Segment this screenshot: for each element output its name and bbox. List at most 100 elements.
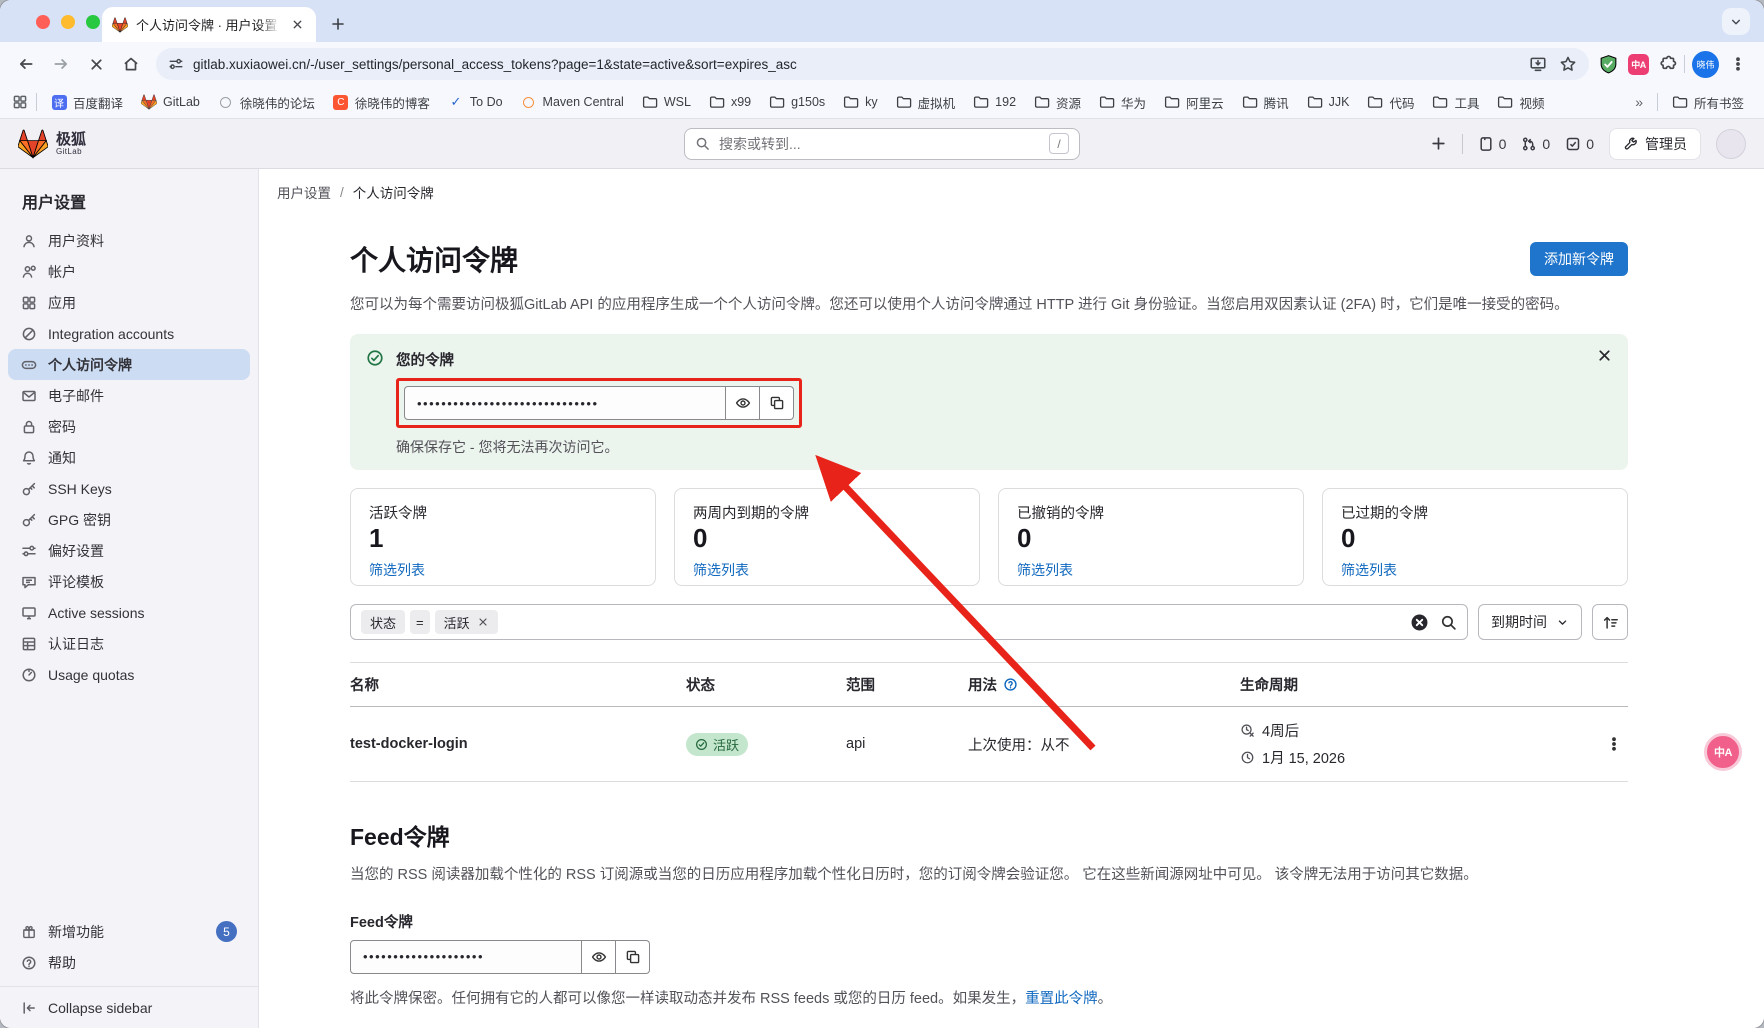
dismiss-alert-button[interactable] <box>1596 347 1613 364</box>
sidebar-item-whats-new[interactable]: 新增功能 5 <box>8 916 250 947</box>
sidebar-item[interactable]: 偏好设置 <box>8 535 250 566</box>
sidebar-item[interactable]: 评论模板 <box>8 566 250 597</box>
filter-field-chip[interactable]: 状态 <box>361 610 405 634</box>
feed-token-input[interactable]: •••••••••••••••••••• <box>350 940 582 974</box>
gitlab-logo[interactable]: 极狐 GitLab <box>18 129 86 159</box>
stop-loading-button[interactable] <box>80 48 112 80</box>
todos-counter[interactable]: 0 <box>1565 136 1594 152</box>
bookmark-item[interactable]: 阿里云 <box>1156 90 1232 115</box>
sidebar-item[interactable]: GPG 密钥 <box>8 504 250 535</box>
gitlab-user-avatar[interactable] <box>1716 129 1746 159</box>
bookmark-item[interactable]: 腾讯 <box>1234 90 1297 115</box>
sidebar-item[interactable]: 电子邮件 <box>8 380 250 411</box>
bookmark-item[interactable]: GitLab <box>133 91 208 113</box>
sidebar-item[interactable]: 用户资料 <box>8 225 250 256</box>
sidebar-item[interactable]: SSH Keys <box>8 473 250 504</box>
copy-token-button[interactable] <box>760 386 794 420</box>
bookmark-item[interactable]: 译 百度翻译 <box>43 90 131 115</box>
translate-extension-icon[interactable]: 中A <box>1628 54 1649 75</box>
collapse-sidebar-button[interactable]: Collapse sidebar <box>0 986 258 1028</box>
bookmark-item[interactable]: x99 <box>701 91 759 113</box>
browser-menu-icon[interactable] <box>1722 48 1754 80</box>
sidebar-item[interactable]: 帐户 <box>8 256 250 287</box>
bookmark-item[interactable]: ✓ To Do <box>440 91 511 113</box>
sort-field-dropdown[interactable]: 到期时间 <box>1478 604 1582 640</box>
bookmark-item[interactable]: 视频 <box>1489 90 1552 115</box>
stat-filter-link[interactable]: 筛选列表 <box>693 560 749 580</box>
minimize-window-button[interactable] <box>61 15 75 29</box>
apply-search-icon[interactable] <box>1440 614 1457 631</box>
extensions-puzzle-icon[interactable] <box>1658 55 1677 74</box>
bookmark-item[interactable]: JJK <box>1299 91 1358 113</box>
new-tab-button[interactable] <box>324 10 352 38</box>
bookmarks-overflow-button[interactable]: » <box>1627 91 1651 113</box>
stat-filter-link[interactable]: 筛选列表 <box>1017 560 1073 580</box>
reset-feed-token-link[interactable]: 重置此令牌 <box>1025 991 1098 1007</box>
copy-feed-token-button[interactable] <box>616 940 650 974</box>
sidebar-item-help[interactable]: 帮助 <box>8 947 250 978</box>
bookmark-item[interactable]: 代码 <box>1359 90 1422 115</box>
bookmark-item[interactable]: 资源 <box>1026 90 1089 115</box>
bookmark-star-icon[interactable] <box>1559 55 1577 73</box>
new-token-input[interactable]: •••••••••••••••••••••••••••••• <box>404 386 726 420</box>
sidebar-item[interactable]: 个人访问令牌 <box>8 349 250 380</box>
add-token-button[interactable]: 添加新令牌 <box>1530 242 1628 276</box>
forward-button[interactable] <box>45 48 77 80</box>
breadcrumb-settings[interactable]: 用户设置 <box>277 182 331 202</box>
sidebar-item[interactable]: 应用 <box>8 287 250 318</box>
back-button[interactable] <box>10 48 42 80</box>
issues-counter[interactable]: 0 <box>1478 136 1507 152</box>
all-bookmarks-button[interactable]: 所有书签 <box>1664 90 1752 115</box>
site-info-icon[interactable] <box>168 56 184 72</box>
global-search-input[interactable]: 搜索或转到... / <box>684 128 1080 160</box>
bookmark-item[interactable]: ky <box>835 91 886 113</box>
sidebar-item[interactable]: Integration accounts <box>8 318 250 349</box>
sidebar-item[interactable]: 密码 <box>8 411 250 442</box>
row-actions-menu[interactable] <box>1600 730 1628 758</box>
merge-requests-counter[interactable]: 0 <box>1521 136 1550 152</box>
filter-operator-chip[interactable]: = <box>410 610 430 634</box>
bookmark-item[interactable]: 工具 <box>1424 90 1487 115</box>
filter-value-chip[interactable]: 活跃 <box>435 610 498 634</box>
eye-icon <box>735 395 751 411</box>
sidebar-item[interactable]: 认证日志 <box>8 628 250 659</box>
stat-filter-link[interactable]: 筛选列表 <box>369 560 425 580</box>
chevron-down-icon <box>1556 616 1569 629</box>
floating-translate-button[interactable]: 中A <box>1704 733 1742 771</box>
admin-area-button[interactable]: 管理员 <box>1609 128 1701 160</box>
usage-help-icon[interactable] <box>1003 677 1018 692</box>
sort-direction-button[interactable] <box>1592 604 1628 640</box>
bookmark-item[interactable]: 虚拟机 <box>888 90 964 115</box>
bookmark-icon <box>1099 94 1115 110</box>
issues-count: 0 <box>1499 136 1507 152</box>
sidebar-item[interactable]: 通知 <box>8 442 250 473</box>
bookmark-item[interactable]: WSL <box>634 91 699 113</box>
bookmark-item[interactable]: g150s <box>761 91 833 113</box>
adblock-extension-icon[interactable] <box>1598 54 1619 75</box>
fullscreen-window-button[interactable] <box>86 15 100 29</box>
clear-search-icon[interactable] <box>1410 613 1429 632</box>
browser-tab[interactable]: 个人访问令牌 · 用户设置 · 极狐 <box>102 7 316 42</box>
close-window-button[interactable] <box>36 15 50 29</box>
remove-filter-icon[interactable] <box>477 616 489 628</box>
stat-filter-link[interactable]: 筛选列表 <box>1341 560 1397 580</box>
tab-close-icon[interactable] <box>288 16 306 34</box>
url-bar[interactable]: gitlab.xuxiaowei.cn/-/user_settings/pers… <box>156 48 1589 80</box>
bookmark-item[interactable]: Maven Central <box>513 91 632 113</box>
bookmark-item[interactable]: 华为 <box>1091 90 1154 115</box>
reveal-feed-token-button[interactable] <box>582 940 616 974</box>
sidebar-item-icon <box>21 388 37 404</box>
apps-grid-icon[interactable] <box>12 94 28 110</box>
sidebar-item[interactable]: Active sessions <box>8 597 250 628</box>
filtered-search-bar[interactable]: 状态 = 活跃 <box>350 604 1468 640</box>
home-button[interactable] <box>115 48 147 80</box>
bookmark-item[interactable]: C 徐晓伟的博客 <box>325 90 438 115</box>
bookmark-item[interactable]: 192 <box>965 91 1024 113</box>
bookmark-item[interactable]: 徐晓伟的论坛 <box>210 90 323 115</box>
install-app-icon[interactable] <box>1529 55 1547 73</box>
sidebar-item[interactable]: Usage quotas <box>8 659 250 690</box>
create-new-button[interactable] <box>1430 135 1447 152</box>
tab-search-button[interactable] <box>1722 8 1750 35</box>
browser-profile-avatar[interactable]: 晓伟 <box>1692 51 1719 78</box>
reveal-token-button[interactable] <box>726 386 760 420</box>
